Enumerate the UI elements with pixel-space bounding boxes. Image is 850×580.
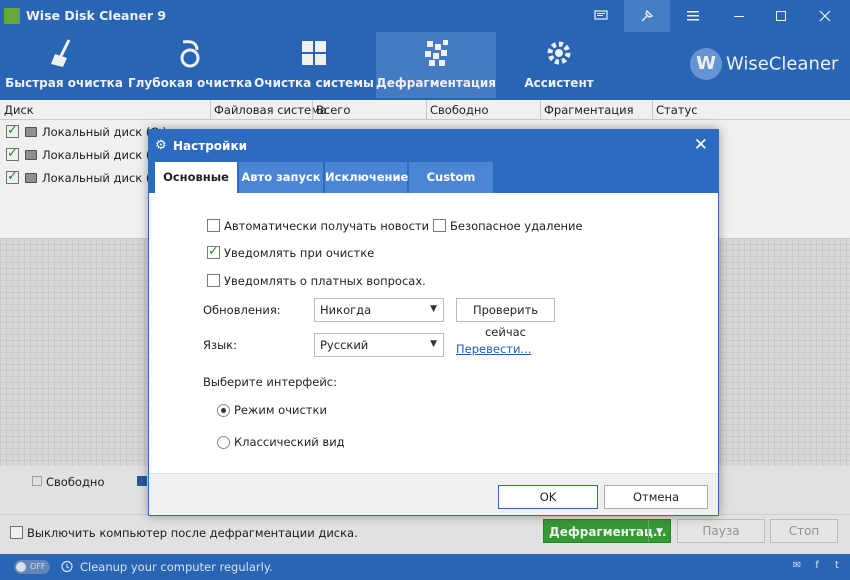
classic-view-label: Классический вид bbox=[234, 435, 345, 449]
language-label: Язык: bbox=[203, 338, 238, 352]
translate-link[interactable]: Перевести... bbox=[456, 342, 531, 356]
notify-paid-label: Уведомлять о платных вопросах. bbox=[224, 274, 426, 288]
chevron-down-icon: ▼ bbox=[430, 304, 437, 314]
safe-delete-checkbox[interactable] bbox=[433, 219, 446, 232]
auto-news-checkbox[interactable] bbox=[207, 219, 220, 232]
check-now-button[interactable]: Проверить сейчас bbox=[456, 298, 555, 339]
app-window: Wise Disk Cleaner 9 Быстрая очистка Глуб… bbox=[0, 0, 850, 580]
settings-gear-icon: ⚙ bbox=[155, 138, 167, 153]
dialog-tabs: Основные Авто запуск Исключение Custom bbox=[149, 162, 718, 193]
language-value: Русский bbox=[320, 338, 369, 352]
dialog-title-bar: ⚙ Настройки ✕ bbox=[149, 130, 718, 162]
updates-value: Никогда bbox=[320, 303, 372, 317]
dialog-footer: OK Отмена bbox=[149, 473, 718, 515]
safe-delete-label: Безопасное удаление bbox=[450, 219, 583, 233]
clean-mode-label: Режим очистки bbox=[234, 403, 327, 417]
tab-custom[interactable]: Custom bbox=[409, 162, 493, 193]
language-select[interactable]: Русский ▼ bbox=[314, 333, 444, 357]
notify-clean-label: Уведомлять при очистке bbox=[224, 246, 375, 260]
interface-label: Выберите интерфейс: bbox=[203, 375, 337, 389]
cancel-button[interactable]: Отмена bbox=[604, 485, 708, 509]
updates-select[interactable]: Никогда ▼ bbox=[314, 298, 444, 322]
tab-autostart[interactable]: Авто запуск bbox=[239, 162, 323, 193]
tab-exclusions[interactable]: Исключение bbox=[325, 162, 408, 193]
dialog-title: Настройки bbox=[173, 139, 248, 153]
notify-paid-checkbox[interactable] bbox=[207, 274, 220, 287]
dialog-body: Автоматически получать новости Безопасно… bbox=[149, 193, 718, 473]
dialog-close-icon[interactable]: ✕ bbox=[694, 135, 708, 155]
updates-label: Обновления: bbox=[203, 303, 281, 317]
classic-view-radio[interactable] bbox=[217, 436, 230, 449]
chevron-down-icon: ▼ bbox=[430, 339, 437, 349]
tab-general[interactable]: Основные bbox=[155, 162, 237, 193]
notify-clean-checkbox[interactable] bbox=[207, 244, 220, 259]
auto-news-label: Автоматически получать новости bbox=[224, 219, 430, 233]
settings-dialog: ⚙ Настройки ✕ Основные Авто запуск Исклю… bbox=[148, 129, 719, 516]
ok-button[interactable]: OK bbox=[498, 485, 598, 509]
clean-mode-radio[interactable] bbox=[217, 404, 230, 417]
